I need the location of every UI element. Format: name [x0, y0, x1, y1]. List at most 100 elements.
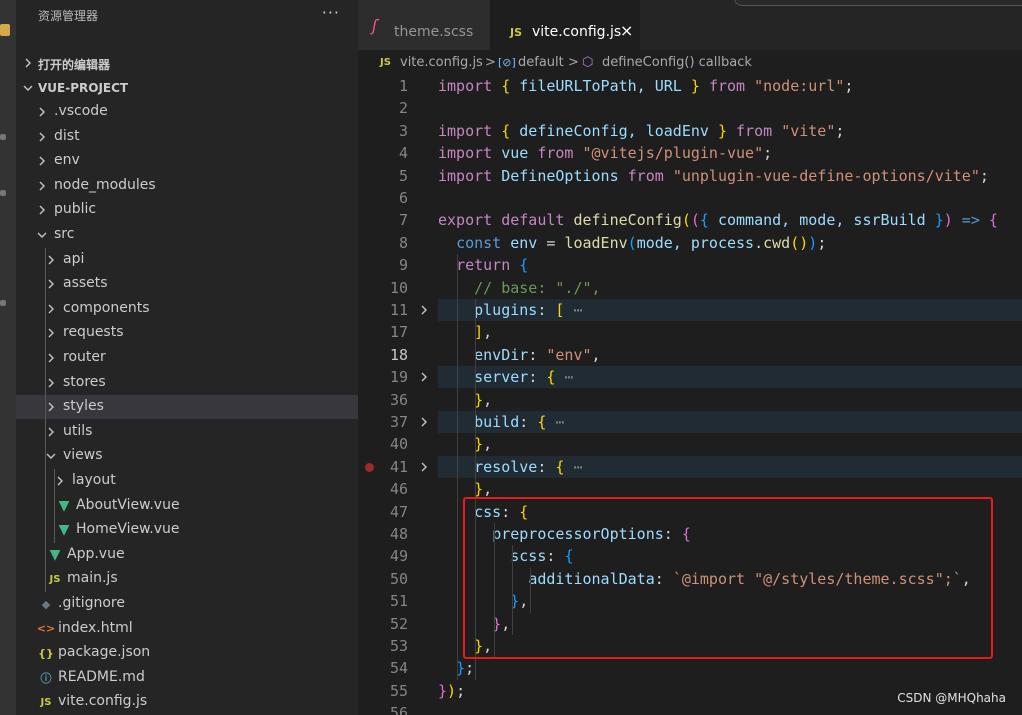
code-line: 4 import vue from "@vitejs/plugin-vue"; — [358, 142, 1022, 164]
tree-file[interactable]: ⓘ README.md — [16, 666, 358, 690]
line-number: 55 — [389, 681, 408, 700]
indent-guide — [45, 247, 46, 592]
chevron-right-icon — [45, 375, 57, 391]
code-line: 6 — [358, 187, 1022, 209]
code-line: 1 import { fileURLToPath, URL } from "nod… — [358, 75, 1022, 97]
tree-folder[interactable]: views — [16, 444, 358, 468]
more-actions-icon[interactable]: ··· — [322, 3, 340, 22]
tree-item-label: layout — [72, 472, 116, 488]
tree-folder[interactable]: layout — [16, 469, 358, 493]
code-line: 2 — [358, 97, 1022, 119]
tab-theme-scss[interactable]: ʃ theme.scss — [358, 0, 490, 50]
tree-item-label: requests — [63, 324, 124, 341]
close-icon[interactable]: × — [620, 21, 633, 40]
line-number: 3 — [398, 121, 408, 140]
project-label: VUE-PROJECT — [38, 81, 129, 95]
line-number: 36 — [389, 390, 408, 409]
line-number: 40 — [389, 435, 408, 454]
tree-folder[interactable]: components — [16, 297, 358, 321]
tree-file[interactable]: <> index.html — [16, 617, 358, 641]
code-line: 5 import DefineOptions from "unplugin-vue… — [358, 165, 1022, 187]
window-edge — [734, 0, 1022, 6]
open-editors-label: 打开的编辑器 — [38, 58, 111, 72]
tree-file[interactable]: JS main.js — [16, 567, 358, 591]
indent-guide — [457, 254, 458, 680]
tree-file[interactable]: {} package.json — [16, 641, 358, 665]
tree-folder[interactable]: requests — [16, 321, 358, 345]
tree-folder[interactable]: assets — [16, 272, 358, 296]
line-number: 18 — [389, 345, 408, 364]
tree-item-label: stores — [63, 373, 106, 390]
line-number: 4 — [398, 144, 408, 163]
js-icon: JS — [380, 57, 391, 68]
code-text: import { fileURLToPath, URL } from "node… — [438, 77, 854, 95]
code-text: }, — [474, 390, 493, 409]
tree-item-label: api — [63, 250, 85, 267]
tree-folder[interactable]: env — [16, 149, 358, 173]
indent-guide — [54, 469, 55, 543]
line-number: 51 — [389, 592, 408, 611]
fold-chevron-icon[interactable] — [420, 299, 428, 324]
scss-icon: ʃ — [372, 16, 378, 35]
tree-file[interactable]: ▼ HomeView.vue — [16, 518, 358, 542]
chevron-down-icon — [45, 448, 57, 464]
fold-chevron-icon[interactable] — [420, 411, 428, 436]
tree-folder[interactable]: styles — [16, 395, 358, 420]
tree-folder[interactable]: .vscode — [16, 100, 358, 124]
tree-folder[interactable]: router — [16, 346, 358, 370]
tree-item-label: styles — [63, 398, 104, 415]
tab-label: theme.scss — [394, 24, 474, 40]
tree-file[interactable]: ◆ .gitignore — [16, 592, 358, 616]
highlight-annotation-box — [463, 497, 993, 659]
tree-item-label: env — [54, 152, 80, 169]
code-text: resolve: { ⋯ — [474, 457, 583, 476]
line-number: 17 — [389, 323, 408, 342]
line-number: 10 — [389, 278, 408, 297]
tree-folder[interactable]: public — [16, 198, 358, 222]
fold-chevron-icon[interactable] — [420, 366, 428, 391]
line-number: 50 — [389, 569, 408, 588]
activity-icon[interactable] — [0, 300, 6, 306]
tree-file[interactable]: JS vite.config.js — [16, 690, 358, 714]
explorer-activity-icon[interactable] — [0, 24, 10, 36]
line-number: 53 — [389, 637, 408, 655]
tree-folder[interactable]: stores — [16, 371, 358, 395]
js-file-icon: JS — [40, 696, 52, 708]
line-number: 19 — [389, 368, 408, 387]
breadcrumb-file[interactable]: vite.config.js — [400, 55, 483, 70]
tree-folder[interactable]: api — [16, 248, 358, 272]
tree-file[interactable]: ▼ AboutView.vue — [16, 494, 358, 518]
explorer-sidebar: 资源管理器 ··· 打开的编辑器 VUE-PROJECT .vscode dist… — [16, 0, 358, 715]
breadcrumb-symbol-default[interactable]: default — [518, 55, 564, 70]
breadcrumb-symbol-callback[interactable]: defineConfig() callback — [602, 55, 752, 70]
tree-folder[interactable]: src — [16, 223, 358, 247]
chevron-right-icon — [54, 473, 66, 489]
code-text: }, — [474, 435, 493, 454]
tab-vite-config[interactable]: JS vite.config.js × — [490, 0, 640, 50]
tree-folder[interactable]: node_modules — [16, 174, 358, 198]
tree-item-label: HomeView.vue — [76, 521, 180, 538]
chevron-down-icon — [36, 227, 48, 243]
code-text: export default defineConfig(({ command, … — [438, 211, 998, 230]
project-section[interactable]: VUE-PROJECT — [16, 77, 358, 99]
line-number: 2 — [398, 99, 408, 118]
line-number: 11 — [389, 301, 408, 319]
tree-folder[interactable]: utils — [16, 420, 358, 444]
tree-item-label: views — [63, 447, 103, 464]
line-number: 54 — [389, 659, 408, 678]
code-text: import { defineConfig, loadEnv } from "v… — [438, 121, 845, 140]
variable-icon: [⊘] — [498, 56, 516, 69]
line-number: 37 — [389, 413, 408, 431]
chevron-right-icon — [45, 301, 57, 317]
tree-folder[interactable]: dist — [16, 125, 358, 149]
fold-chevron-icon[interactable] — [420, 456, 428, 481]
line-number: 7 — [398, 211, 408, 230]
activity-icon[interactable] — [0, 134, 6, 140]
open-editors-section[interactable]: 打开的编辑器 — [16, 52, 358, 74]
chevron-right-icon — [45, 252, 57, 268]
tree-file[interactable]: ▼ App.vue — [16, 543, 358, 567]
cube-icon: ⬡ — [582, 55, 594, 70]
js-icon: JS — [510, 26, 523, 39]
code-text: }); — [438, 681, 466, 700]
activity-icon[interactable] — [0, 190, 6, 196]
